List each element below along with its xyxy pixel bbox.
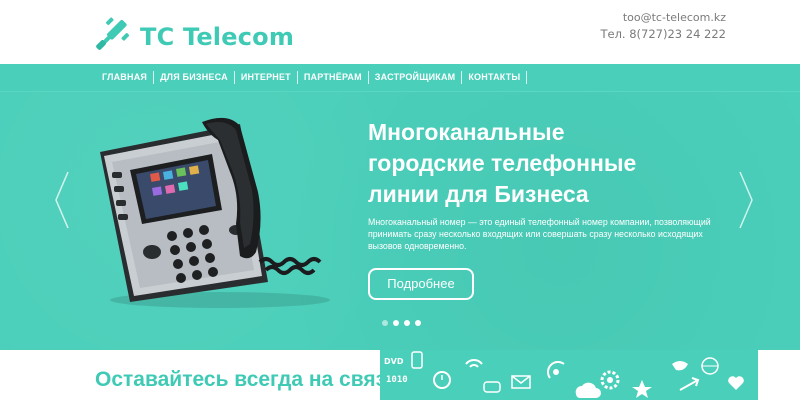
satellite-icon <box>547 361 565 379</box>
mail-icon <box>511 375 531 389</box>
brand-name: TC Telecom <box>140 22 295 51</box>
hero-desc-line: вызовов одновременно. <box>368 241 467 251</box>
hero-title-line: городские телефонные <box>368 150 637 176</box>
cloud-icon <box>575 382 601 398</box>
section-title: Оставайтесь всегда на связи <box>95 368 399 391</box>
binary-icon: 1010 <box>386 375 408 385</box>
gear-icon <box>600 370 620 390</box>
heart-icon <box>728 376 744 390</box>
nav-item-partners[interactable]: ПАРТНЁРАМ <box>298 71 369 84</box>
chat-icon <box>483 381 501 393</box>
svg-text:DVD: DVD <box>384 357 404 366</box>
hero-title-line: линии для Бизнеса <box>368 181 589 207</box>
hero-title: Многоканальные городские телефонные лини… <box>368 117 708 210</box>
plug-icon <box>94 14 134 59</box>
header-contacts: too@tc-telecom.kz Тел. 8(727)23 24 222 <box>600 10 726 42</box>
main-nav: ГЛАВНАЯ ДЛЯ БИЗНЕСА ИНТЕРНЕТ ПАРТНЁРАМ З… <box>0 64 800 92</box>
contact-phone: Тел. 8(727)23 24 222 <box>600 27 726 41</box>
icons-collage: DVD 1010 <box>380 350 758 400</box>
chevron-left-icon[interactable] <box>52 170 72 230</box>
nav-item-developers[interactable]: ЗАСТРОЙЩИКАМ <box>369 71 463 84</box>
bird-icon <box>672 361 688 371</box>
nav-item-internet[interactable]: ИНТЕРНЕТ <box>235 71 298 84</box>
nav-item-contacts[interactable]: КОНТАКТЫ <box>462 71 528 84</box>
stay-connected-section: Оставайтесь всегда на связи DVD 1010 <box>0 350 800 400</box>
star-icon <box>632 380 652 398</box>
desk-phone-icon <box>90 112 340 312</box>
hero-description: Многоканальный номер — это единый телефо… <box>368 216 718 252</box>
slider-dot[interactable] <box>404 320 410 326</box>
slider-dot[interactable] <box>415 320 421 326</box>
hero-desc-line: Многоканальный номер — это единый телефо… <box>368 217 711 227</box>
nav-item-business[interactable]: ДЛЯ БИЗНЕСА <box>154 71 235 84</box>
globe-icon <box>701 357 719 375</box>
phone-icon <box>411 351 423 369</box>
site-header: TC Telecom too@tc-telecom.kz Тел. 8(727)… <box>0 0 800 64</box>
nav-item-home[interactable]: ГЛАВНАЯ <box>96 71 155 84</box>
dvd-icon: DVD <box>384 357 404 366</box>
more-button[interactable]: Подробнее <box>368 268 474 300</box>
wifi-icon <box>465 359 483 368</box>
hero-slider: Многоканальные городские телефонные лини… <box>0 92 800 350</box>
hero-desc-line: принимать сразу несколько входящих или с… <box>368 229 703 239</box>
chevron-right-icon[interactable] <box>736 170 756 230</box>
slider-dot[interactable] <box>382 320 388 326</box>
hero-title-line: Многоканальные <box>368 119 565 145</box>
slider-dots <box>382 320 426 326</box>
contact-email[interactable]: too@tc-telecom.kz <box>600 10 726 26</box>
arrow-icon <box>679 377 700 391</box>
svg-text:1010: 1010 <box>386 375 408 385</box>
slider-dot[interactable] <box>393 320 399 326</box>
alarm-icon <box>433 371 451 389</box>
logo[interactable]: TC Telecom <box>94 14 294 59</box>
